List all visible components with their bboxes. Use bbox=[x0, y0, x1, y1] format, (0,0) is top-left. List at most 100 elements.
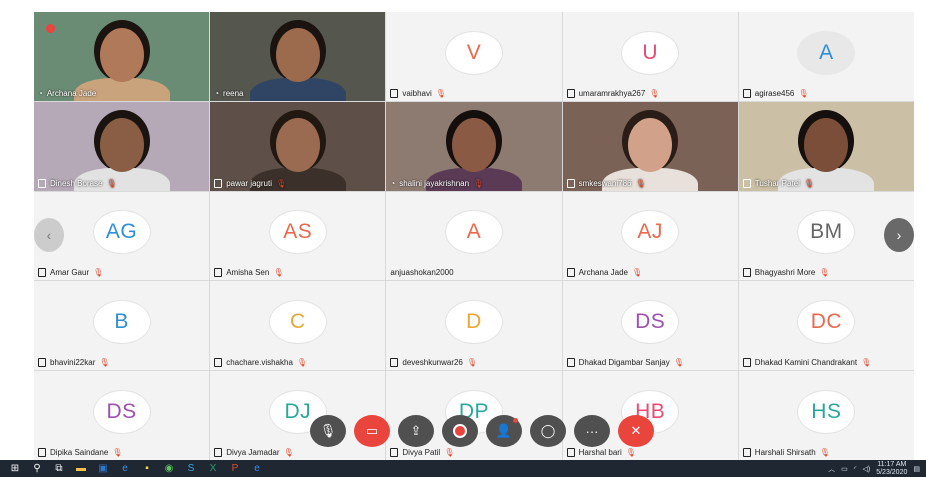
notifications-icon[interactable]: ▤ bbox=[913, 465, 920, 473]
skype-icon[interactable]: S bbox=[184, 463, 198, 475]
participant-tile[interactable]: Dinesh Borase 🎙 bbox=[34, 101, 210, 191]
clock-date: 5/23/2020 bbox=[876, 468, 908, 476]
participant-namebar: Harshali Shirsath 🎙 bbox=[742, 448, 830, 457]
mic-muted-icon: 🎙 bbox=[673, 358, 684, 368]
participant-name: pawar jagruti bbox=[226, 178, 272, 188]
participant-tile[interactable]: ◔ Archana Jade bbox=[34, 12, 210, 101]
participant-tile[interactable]: Ddeveshkunwar26 🎙 bbox=[386, 281, 562, 371]
participant-namebar: Divya Patil 🎙 bbox=[390, 448, 454, 457]
participant-tile[interactable]: Tushar Patel 🎙 bbox=[738, 101, 914, 191]
participant-name: bhavini22kar bbox=[50, 358, 96, 368]
participant-tile[interactable]: AJ Archana Jade 🎙 bbox=[562, 191, 738, 281]
mute-button[interactable]: 🎙 bbox=[310, 415, 346, 447]
more-button[interactable]: ··· bbox=[574, 415, 610, 447]
meeting-controls: 🎙 ▭ ⇪ 👤 ◯ ··· ✕ bbox=[310, 415, 654, 447]
taskbar-apps: ⊞ ⚲ ⧉ ▬ ▣ e ▪ ◉ S X Pe bbox=[4, 463, 268, 475]
video-feed bbox=[34, 101, 210, 191]
close-icon: ✕ bbox=[630, 423, 642, 438]
participant-name: Dipika Saindane bbox=[50, 448, 109, 457]
device-icon bbox=[742, 268, 751, 278]
excel-icon[interactable]: X bbox=[206, 463, 220, 475]
participant-namebar: ◔ shalini jayakrishnan 🎙 bbox=[390, 179, 483, 188]
share-button[interactable]: ⇪ bbox=[398, 415, 434, 447]
participant-namebar: Dhakad Digambar Sanjay 🎙 bbox=[566, 358, 684, 368]
participant-namebar: umaramrakhya267 🎙 bbox=[566, 88, 660, 98]
participant-tile[interactable]: ◔ shalini jayakrishnan 🎙 bbox=[386, 101, 562, 191]
mic-muted-icon: 🎙 bbox=[93, 268, 104, 278]
mic-muted-icon: 🎙 bbox=[112, 448, 123, 457]
participant-tile[interactable]: DC Dhakad Kamini Chandrakant 🎙 bbox=[738, 281, 914, 371]
participant-name: anjuashokan2000 bbox=[390, 268, 454, 278]
participant-tile[interactable]: ◔ reena bbox=[210, 12, 386, 101]
participant-name: Amisha Sen bbox=[226, 268, 270, 278]
edge-icon[interactable]: e bbox=[118, 463, 132, 475]
start-icon[interactable]: ⊞ bbox=[8, 463, 22, 475]
sticky-notes-icon[interactable]: ▪ bbox=[140, 463, 154, 475]
participant-namebar: ◔ reena bbox=[214, 89, 243, 98]
task-view-icon[interactable]: ⧉ bbox=[52, 463, 66, 475]
chat-button[interactable]: ◯ bbox=[530, 415, 566, 447]
participant-avatar: D bbox=[444, 300, 503, 345]
wifi-icon[interactable]: ◜ bbox=[854, 465, 857, 473]
participant-tile[interactable]: smkeswani786 🎙 bbox=[562, 101, 738, 191]
participant-tile[interactable]: Uumaramrakhya267 🎙 bbox=[562, 12, 738, 101]
mic-muted-icon: 🎙 bbox=[649, 88, 660, 98]
participant-avatar: AG bbox=[92, 210, 151, 255]
participant-tile[interactable]: Aagirase456 🎙 bbox=[738, 12, 914, 101]
powerpoint-icon[interactable]: P bbox=[228, 463, 242, 475]
participants-button[interactable]: 👤 bbox=[486, 415, 522, 447]
outlook-icon[interactable]: ▣ bbox=[96, 463, 110, 475]
record-button[interactable] bbox=[442, 415, 478, 447]
system-tray: ︿ ▭ ◜ ◁) 11:17 AM 5/23/2020 ▤ bbox=[828, 460, 920, 477]
mic-muted-icon: 🎙 bbox=[466, 358, 478, 368]
participant-tile[interactable]: DS Dhakad Digambar Sanjay 🎙 bbox=[562, 281, 738, 371]
participant-avatar: DS bbox=[621, 300, 680, 345]
participant-avatar: U bbox=[621, 30, 680, 75]
participants-icon: 👤 bbox=[495, 423, 513, 438]
ie-icon[interactable]: e bbox=[250, 463, 264, 475]
next-page-button[interactable]: › bbox=[884, 218, 914, 252]
chevron-up-icon[interactable]: ︿ bbox=[828, 464, 835, 474]
participant-tile[interactable]: Cchachare.vishakha 🎙 bbox=[210, 281, 386, 371]
chat-icon: ◯ bbox=[540, 423, 556, 438]
mic-muted-icon: 🎙 bbox=[803, 178, 815, 188]
notification-badge bbox=[513, 418, 518, 423]
clock[interactable]: 11:17 AM 5/23/2020 bbox=[876, 461, 907, 477]
participant-namebar: anjuashokan2000 bbox=[390, 268, 453, 277]
video-button[interactable]: ▭ bbox=[354, 415, 390, 447]
participant-namebar: deveshkunwar26 🎙 bbox=[390, 358, 478, 368]
chrome-icon[interactable]: ◉ bbox=[162, 463, 176, 475]
battery-icon[interactable]: ▭ bbox=[841, 465, 848, 473]
file-explorer-icon[interactable]: ▬ bbox=[74, 463, 88, 475]
participant-name: Archana Jade bbox=[578, 268, 628, 278]
participant-namebar: Archana Jade 🎙 bbox=[566, 268, 642, 278]
mic-muted-icon: 🎙 bbox=[473, 178, 484, 188]
participant-tile[interactable]: Aanjuashokan2000 bbox=[386, 191, 562, 281]
mic-muted-icon: 🎙 bbox=[819, 448, 830, 457]
participant-tile[interactable]: AS Amisha Sen 🎙 bbox=[210, 191, 386, 281]
video-feed bbox=[210, 101, 386, 191]
search-icon[interactable]: ⚲ bbox=[30, 463, 44, 475]
leave-button[interactable]: ✕ bbox=[618, 415, 654, 447]
participant-tile[interactable]: Bbhavini22kar 🎙 bbox=[34, 281, 210, 371]
participant-name: Dinesh Borase bbox=[50, 178, 103, 188]
clock-time: 11:17 AM bbox=[877, 460, 907, 468]
participant-grid: ◔ Archana Jade ◔ reena Vvaibhavi 🎙 Uumaramrakh… bbox=[34, 12, 914, 460]
participant-tile[interactable]: DS Dipika Saindane 🎙 bbox=[34, 371, 210, 460]
participant-name: shalini jayakrishnan bbox=[399, 178, 470, 188]
chevron-right-icon: › bbox=[896, 227, 902, 243]
volume-icon[interactable]: ◁) bbox=[863, 465, 871, 473]
participant-name: deveshkunwar26 bbox=[402, 358, 463, 368]
video-feed bbox=[738, 101, 914, 191]
speaker-icon: ◔ bbox=[214, 88, 220, 98]
mic-muted-icon: 🎙 bbox=[625, 448, 636, 457]
previous-page-button[interactable]: ‹ bbox=[34, 218, 64, 252]
participant-tile[interactable]: Vvaibhavi 🎙 bbox=[386, 12, 562, 101]
mic-muted-icon: 🎙 bbox=[635, 178, 646, 188]
participant-tile[interactable]: HS Harshali Shirsath 🎙 bbox=[738, 371, 914, 460]
video-feed bbox=[562, 101, 738, 191]
participant-tile[interactable]: pawar jagruti 🎙 bbox=[210, 101, 386, 191]
mic-muted-icon: 🎙 bbox=[444, 448, 455, 457]
participant-namebar: Divya Jamadar 🎙 bbox=[214, 448, 294, 457]
participant-name: smkeswani786 bbox=[578, 178, 632, 188]
